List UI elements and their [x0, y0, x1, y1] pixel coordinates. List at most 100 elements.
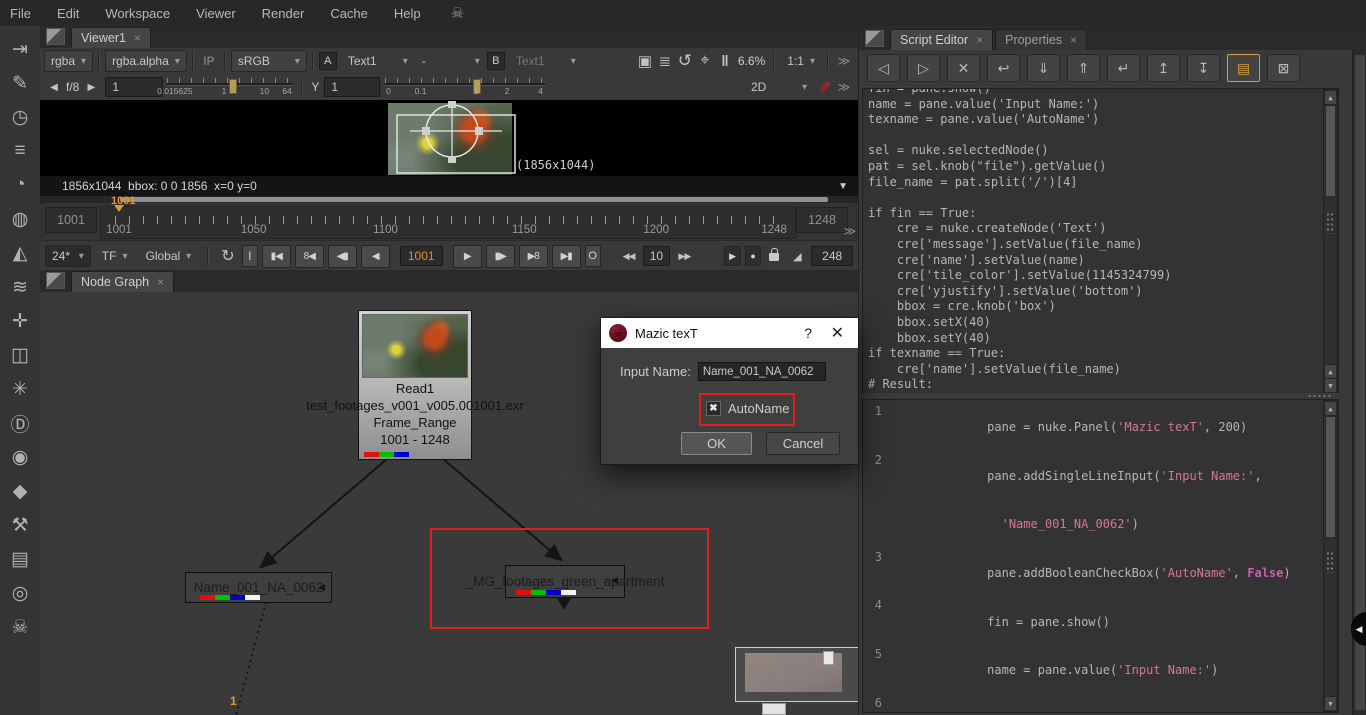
last-frame-box[interactable]: 248 [811, 246, 853, 266]
pane-menu-icon[interactable] [46, 28, 65, 45]
annotate-pen-icon[interactable]: ✎ [814, 77, 834, 97]
show-output-button[interactable]: ↧ [1187, 54, 1220, 82]
record-button[interactable]: ● [745, 246, 762, 266]
input-process-button[interactable]: IP [199, 51, 219, 71]
scroll-up-icon[interactable]: ▲ [1324, 364, 1337, 379]
plugin-skull-icon[interactable]: ☠ [451, 4, 464, 22]
node-partial-bottom-right[interactable] [735, 647, 858, 702]
menu-item[interactable]: Workspace [105, 6, 170, 21]
step-back-inc-icon[interactable]: ◀◀ [619, 246, 639, 266]
dialog-titlebar[interactable]: ☠ Mazic texT ? ✕ [601, 318, 858, 348]
plugin-icon[interactable]: ◎ [3, 576, 37, 610]
tf-select[interactable]: TF▾ [95, 245, 135, 267]
ramp-icon[interactable]: ◢ [787, 246, 807, 266]
metadata-icon[interactable]: ◆ [3, 474, 37, 508]
gamma-slider[interactable]: 00.1124 [385, 78, 545, 96]
goto-start-button[interactable]: ▮◀ [262, 245, 291, 268]
clear-history-button[interactable]: ✕ [947, 54, 980, 82]
view-mode-select[interactable]: 2D▾ [744, 76, 814, 98]
menu-item[interactable]: Edit [57, 6, 79, 21]
scroll-down-icon[interactable]: ▼ [1324, 378, 1337, 393]
tab-node-graph[interactable]: Node Graph × [71, 271, 174, 292]
toolsets-icon[interactable]: ⚒ [3, 508, 37, 542]
show-both-button[interactable]: ▤ [1227, 54, 1260, 82]
goto-end-button[interactable]: ▶▮ [552, 245, 581, 268]
scroll-down-icon[interactable]: ▼ [1324, 696, 1337, 711]
loop-mode-icon[interactable]: ↻ [218, 246, 238, 266]
current-frame-input[interactable]: 1001 [400, 246, 443, 266]
gain-slider-handle[interactable] [229, 79, 237, 94]
close-icon[interactable]: × [134, 31, 141, 45]
range-end-box[interactable]: 1248 [796, 207, 848, 233]
pane-menu-icon[interactable] [46, 272, 65, 289]
zoom-level[interactable]: 6.6% [738, 54, 765, 68]
collapse-toolbar2-icon[interactable]: ≫ [834, 77, 854, 97]
filter-icon[interactable]: ◍ [3, 202, 37, 236]
ok-button[interactable]: OK [681, 432, 752, 455]
pause-icon[interactable]: ‖ [715, 51, 735, 71]
views-icon[interactable]: ◉ [3, 440, 37, 474]
scroll-up-icon[interactable]: ▲ [1324, 90, 1337, 105]
menu-item[interactable]: Cache [330, 6, 368, 21]
frame-increment-input[interactable]: 10 [643, 246, 671, 266]
output-scrollbar[interactable]: ▲ ▲ ▼ [1323, 89, 1338, 394]
merge-icon[interactable]: ≋ [3, 270, 37, 304]
input-a-select[interactable]: Text1▾ [341, 50, 415, 72]
frame-range-select[interactable]: Global▾ [138, 245, 198, 267]
info-dropdown-icon[interactable]: ▼ [838, 181, 848, 192]
tab-viewer1[interactable]: Viewer1 × [71, 27, 151, 48]
range-start-box[interactable]: 1001 [45, 207, 97, 233]
input-scrollbar[interactable]: ▲ ▼ [1323, 400, 1338, 712]
dialog-close-button[interactable]: ✕ [831, 323, 844, 343]
gain-input[interactable]: 1 [105, 77, 163, 97]
node-read1[interactable]: Read1 test_footages_v001_v005.001001.exr… [358, 310, 472, 460]
clear-output-button[interactable]: ⊠ [1267, 54, 1300, 82]
input-name-field[interactable]: Name_001_NA_0062 [698, 362, 826, 381]
lock-range-icon[interactable] [769, 249, 779, 264]
previous-script-button[interactable]: ◁ [867, 54, 900, 82]
image-icon[interactable]: ⇥ [3, 32, 37, 66]
step-fwd-inc-icon[interactable]: ▶▶ [674, 246, 694, 266]
wipe-icon[interactable]: ▣ [635, 51, 655, 71]
pane-menu-icon[interactable] [865, 30, 884, 47]
deep-icon[interactable]: Ⓓ [3, 406, 37, 440]
proxy-ratio-select[interactable]: 1:1▾ [780, 50, 822, 72]
other-icon[interactable]: ▤ [3, 542, 37, 576]
save-script-button[interactable]: ⇑ [1067, 54, 1100, 82]
fstop-up-icon[interactable]: ▶ [81, 77, 101, 97]
keyer-icon[interactable]: ◭ [3, 236, 37, 270]
particles-icon[interactable]: ✳ [3, 372, 37, 406]
menu-item[interactable]: Render [262, 6, 305, 21]
node-mg-footages-green-apartment[interactable]: _MG_footages_green_apartment ◀ [505, 565, 625, 598]
viewer-hscrollbar[interactable] [40, 196, 858, 203]
prev-keyframe-button[interactable]: 8◀ [295, 245, 324, 268]
play-forward-button[interactable]: ▶ [453, 245, 482, 268]
layer-select[interactable]: rgba▾ [44, 50, 93, 72]
script-input-pane[interactable]: 1 pane = nuke.Panel('Mazic texT', 200) 2… [862, 399, 1339, 713]
fps-select[interactable]: 24*▾ [45, 245, 91, 267]
out-point-button[interactable]: O [585, 245, 601, 267]
wipe-mode-select[interactable]: -▾ [415, 50, 487, 72]
input-b-select[interactable]: Text1▾ [509, 50, 583, 72]
refresh-icon[interactable]: ↺ [675, 51, 695, 71]
transform-icon[interactable]: ✛ [3, 304, 37, 338]
viewer-canvas[interactable]: (1856x1044) [40, 100, 858, 176]
node-name-001-na-0062[interactable]: Name_001_NA_0062 ◀ [185, 572, 332, 603]
timeline-ruler[interactable]: 100110501100115012001248 1001 [100, 206, 796, 239]
roi-icon[interactable]: ⌖ [695, 51, 715, 71]
channel-icon[interactable]: ≡ [3, 134, 37, 168]
time-icon[interactable]: ◷ [3, 100, 37, 134]
next-keyframe-button[interactable]: ▶8 [519, 245, 548, 268]
menu-item[interactable]: Help [394, 6, 421, 21]
gain-slider[interactable]: 0.01562511064 [167, 78, 293, 96]
cancel-button[interactable]: Cancel [766, 432, 840, 455]
close-icon[interactable]: × [157, 275, 164, 289]
fstop-down-icon[interactable]: ◀ [44, 77, 64, 97]
flipbook-button[interactable]: ▶ [724, 246, 741, 266]
close-icon[interactable]: × [976, 33, 983, 47]
alpha-select[interactable]: rgba.alpha▾ [105, 50, 187, 72]
lut-select[interactable]: sRGB▾ [231, 50, 307, 72]
run-script-button[interactable]: ↵ [1107, 54, 1140, 82]
draw-icon[interactable]: ✎ [3, 66, 37, 100]
timeline-collapse-icon[interactable]: ≫ [843, 224, 856, 238]
